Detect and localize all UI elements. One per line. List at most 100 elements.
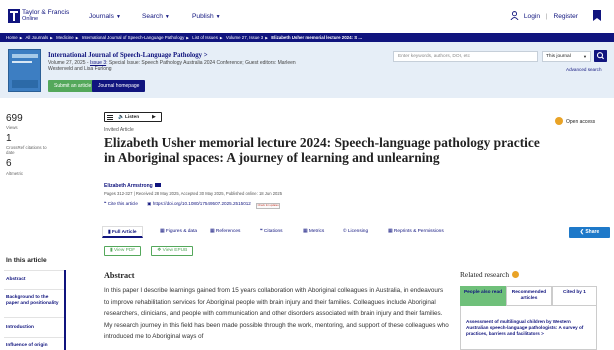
author-name: Elizabeth Armstrong bbox=[104, 183, 153, 189]
toc-item-background[interactable]: Background to the paper and positionalit… bbox=[6, 295, 62, 307]
tab-references[interactable]: ▦ References bbox=[210, 226, 240, 238]
tab-label: Figures & data bbox=[165, 229, 198, 234]
brand-name[interactable]: Taylor & Francis Online bbox=[22, 9, 69, 23]
toc-item-introduction[interactable]: Introduction bbox=[6, 325, 62, 331]
listen-label[interactable]: Listen bbox=[125, 115, 139, 120]
toc-item-influence[interactable]: Influence of origin bbox=[6, 343, 62, 349]
journal-cover-image[interactable] bbox=[8, 49, 41, 92]
tab-label: Full Article bbox=[111, 230, 137, 235]
chevron-down-icon: ▼ bbox=[215, 14, 221, 20]
nav-publish-label: Publish bbox=[192, 13, 214, 20]
chevron-right-icon: > bbox=[541, 331, 544, 336]
brand-line-1: Taylor & Francis bbox=[22, 9, 70, 16]
nav-search-label: Search bbox=[142, 13, 163, 20]
share-button[interactable]: ❮ Share bbox=[569, 227, 610, 238]
related-research-label: Related research bbox=[460, 270, 510, 279]
open-access-label: Open access bbox=[566, 119, 596, 125]
breadcrumb-separator: ▶ bbox=[265, 36, 269, 40]
altmetric-count[interactable]: 6 bbox=[6, 158, 12, 169]
tf-logo-icon[interactable] bbox=[8, 9, 20, 23]
search-input[interactable]: Enter keywords, authors, DOI, etc bbox=[393, 51, 538, 62]
tab-label: Licensing bbox=[347, 229, 369, 234]
nav-publish[interactable]: Publish ▼ bbox=[192, 13, 221, 20]
register-link[interactable]: Register bbox=[553, 13, 578, 20]
journal-title-chevron: > bbox=[203, 52, 208, 59]
abstract-text: In this paper I describe learnings gaine… bbox=[104, 287, 449, 341]
tab-recommended-articles[interactable]: Recommended articles bbox=[506, 286, 552, 306]
chevron-down-icon: ▼ bbox=[115, 14, 121, 20]
article-type: Invited Article bbox=[104, 127, 134, 133]
tab-reprints[interactable]: ▦ Reprints & Permissions bbox=[388, 226, 444, 238]
doi-text: https://doi.org/10.1080/17549507.2025.25… bbox=[152, 201, 251, 206]
view-pdf-button[interactable]: ▮ View PDF bbox=[104, 246, 142, 256]
tab-label: Citations bbox=[263, 229, 283, 234]
menu-icon[interactable] bbox=[107, 115, 113, 120]
breadcrumb-separator: ▶ bbox=[50, 36, 53, 40]
tab-people-also-read[interactable]: People also read bbox=[460, 286, 506, 306]
open-access-badge: Open access bbox=[555, 117, 595, 125]
search-scope-value: This journal bbox=[546, 54, 571, 59]
tab-metrics[interactable]: ▦ Metrics bbox=[303, 226, 324, 238]
citation-row: ❝ Cite this article ▣ https://doi.org/10… bbox=[104, 201, 281, 209]
account-links: Login | Register bbox=[510, 11, 578, 20]
in-this-article-heading: In this article bbox=[6, 257, 47, 264]
toc-item-abstract[interactable]: Abstract bbox=[6, 277, 62, 283]
divider: | bbox=[545, 13, 548, 20]
breadcrumb-item[interactable]: Medicine bbox=[56, 35, 74, 40]
crossmark-badge[interactable]: Check for updates bbox=[256, 203, 281, 209]
breadcrumb-separator: ▶ bbox=[75, 36, 79, 40]
article-title: Elizabeth Usher memorial lecture 2024: S… bbox=[104, 135, 540, 165]
author-link[interactable]: Elizabeth Armstrong bbox=[104, 183, 161, 189]
tab-citations[interactable]: ❝ Citations bbox=[260, 226, 283, 238]
view-epub-button[interactable]: ❖ View EPUB bbox=[151, 246, 194, 256]
journal-title-text: International Journal of Speech-Language… bbox=[48, 52, 203, 59]
breadcrumb-item[interactable]: All Journals bbox=[25, 35, 48, 40]
related-research-heading: Related research bbox=[460, 270, 520, 279]
cart-icon[interactable] bbox=[592, 10, 602, 21]
tab-label: Reprints & Permissions bbox=[393, 229, 444, 234]
tab-figures-data[interactable]: ▦ Figures & data bbox=[160, 226, 197, 238]
tab-cited-by[interactable]: Cited by 1 bbox=[552, 286, 597, 306]
mail-icon[interactable] bbox=[154, 183, 161, 187]
listen-toolbar[interactable]: 🔈 Listen ▶ bbox=[104, 112, 162, 122]
publication-dates: Pages 312-327 | Received 28 May 2025, Ac… bbox=[104, 191, 283, 196]
cite-article-link[interactable]: ❝ Cite this article bbox=[104, 201, 138, 206]
crossref-count[interactable]: 1 bbox=[6, 133, 12, 144]
submit-article-button[interactable]: Submit an article bbox=[48, 80, 98, 92]
altmetric-label: Altmetric bbox=[6, 171, 24, 176]
in-this-article-nav: Abstract Background to the paper and pos… bbox=[4, 270, 66, 350]
tab-label: Metrics bbox=[308, 229, 325, 234]
article-tabs: ▮ Full Article ▦ Figures & data ▦ Refere… bbox=[100, 226, 550, 238]
tab-licensing[interactable]: © Licensing bbox=[343, 226, 368, 238]
brand-line-2: Online bbox=[22, 16, 39, 22]
views-label: Views bbox=[6, 125, 18, 130]
breadcrumb-item[interactable]: Volume 27, Issue 3 bbox=[226, 35, 263, 40]
nav-journals[interactable]: Journals ▼ bbox=[89, 13, 121, 20]
views-count: 699 bbox=[6, 113, 23, 124]
crossref-label: CrossRef citations to date bbox=[6, 145, 47, 155]
view-pdf-label: View PDF bbox=[113, 248, 136, 253]
cite-article-label: Cite this article bbox=[107, 201, 138, 206]
breadcrumb-item[interactable]: International Journal of Speech-Language… bbox=[82, 35, 185, 40]
search-button[interactable] bbox=[594, 50, 607, 62]
doi-link[interactable]: ▣ https://doi.org/10.1080/17549507.2025.… bbox=[147, 201, 251, 206]
tab-label: References bbox=[215, 229, 241, 234]
search-scope-select[interactable]: This journal ▼ bbox=[542, 51, 591, 62]
journal-title[interactable]: International Journal of Speech-Language… bbox=[48, 52, 208, 59]
play-icon[interactable]: ▶ bbox=[152, 114, 156, 120]
nav-search[interactable]: Search ▼ bbox=[142, 13, 170, 20]
open-access-icon bbox=[555, 117, 563, 125]
advanced-search-link[interactable]: Advanced search bbox=[566, 67, 602, 72]
breadcrumb-item[interactable]: List of Issues bbox=[192, 35, 218, 40]
related-article-link[interactable]: Assessment of multilingual children by W… bbox=[466, 319, 592, 337]
related-article-title: Assessment of multilingual children by W… bbox=[466, 319, 584, 336]
view-epub-label: View EPUB bbox=[162, 248, 188, 253]
breadcrumb-item[interactable]: Home bbox=[6, 35, 18, 40]
journal-homepage-button[interactable]: Journal homepage bbox=[92, 80, 146, 92]
breadcrumb-current: Elizabeth Usher memorial lecture 2024: S… bbox=[271, 35, 363, 40]
info-icon[interactable] bbox=[512, 271, 520, 278]
login-link[interactable]: Login bbox=[524, 13, 540, 20]
chevron-down-icon: ▼ bbox=[583, 54, 587, 59]
tab-full-article[interactable]: ▮ Full Article bbox=[102, 226, 143, 238]
user-icon bbox=[510, 11, 519, 20]
